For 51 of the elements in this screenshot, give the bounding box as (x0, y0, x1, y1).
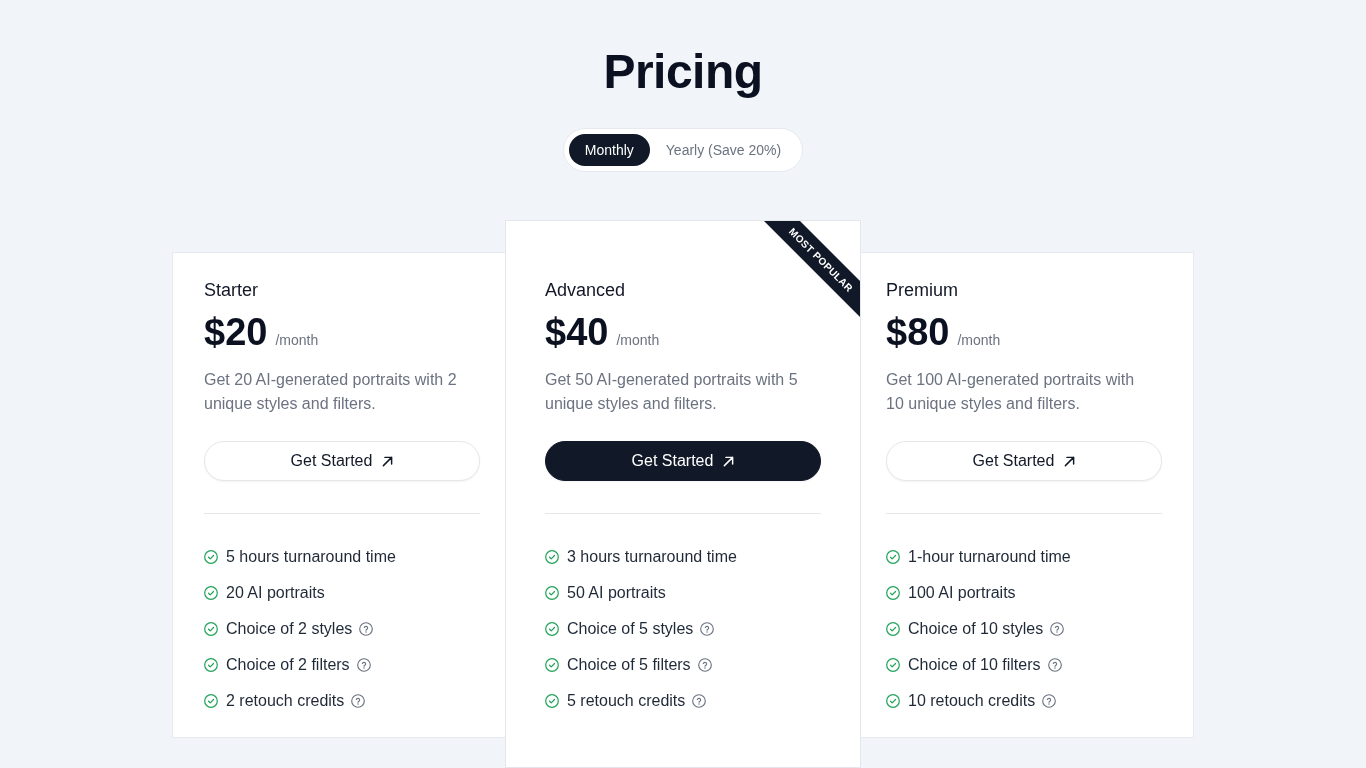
plan-price: $20 (204, 310, 268, 354)
feature-text: Choice of 5 styles (567, 620, 694, 638)
check-circle-icon (886, 622, 900, 636)
get-started-button[interactable]: Get Started (886, 441, 1162, 481)
get-started-button[interactable]: Get Started (545, 441, 821, 481)
check-circle-icon (886, 658, 900, 672)
check-circle-icon (545, 694, 559, 708)
check-circle-icon (545, 622, 559, 636)
check-circle-icon (204, 586, 218, 600)
feature-text: Choice of 10 styles (908, 620, 1044, 638)
plan-price: $80 (886, 310, 950, 354)
price-period: /month (957, 332, 1001, 348)
billing-tab[interactable]: Monthly (568, 134, 650, 166)
price-period: /month (275, 332, 319, 348)
feature-text: Choice of 10 filters (908, 656, 1041, 674)
feature-text: 50 AI portraits (567, 584, 666, 602)
arrow-up-right-icon (1064, 455, 1076, 467)
check-circle-icon (545, 586, 559, 600)
check-circle-icon (204, 658, 218, 672)
plan-name: Advanced (545, 279, 627, 302)
check-circle-icon (204, 550, 218, 564)
feature-text: Choice of 2 filters (226, 656, 350, 674)
feature-text: Choice of 2 styles (226, 620, 353, 638)
feature-text: 10 retouch credits (908, 692, 1036, 710)
check-circle-icon (545, 658, 559, 672)
check-circle-icon (204, 622, 218, 636)
arrow-up-right-icon (723, 455, 735, 467)
feature-text: Choice of 5 filters (567, 656, 691, 674)
page-title: Pricing (603, 44, 763, 100)
feature-text: 3 hours turnaround time (567, 548, 737, 566)
price-period: /month (616, 332, 660, 348)
get-started-button[interactable]: Get Started (204, 441, 480, 481)
plan-name: Starter (204, 279, 260, 302)
plan-description: Get 20 AI-generated portraits with 2 unique styles and filters. (204, 370, 458, 414)
feature-text: 2 retouch credits (226, 692, 345, 710)
feature-text: 5 retouch credits (567, 692, 686, 710)
check-circle-icon (886, 550, 900, 564)
plan-name: Premium (886, 279, 959, 302)
billing-tab[interactable]: Yearly (Save 20%) (649, 134, 798, 166)
feature-text: 20 AI portraits (226, 584, 325, 602)
arrow-up-right-icon (382, 455, 394, 467)
feature-text: 100 AI portraits (908, 584, 1016, 602)
check-circle-icon (204, 694, 218, 708)
plan-description: Get 50 AI-generated portraits with 5 unique styles and filters. (545, 370, 799, 414)
plan-price: $40 (545, 310, 609, 354)
check-circle-icon (545, 550, 559, 564)
feature-text: 5 hours turnaround time (226, 548, 396, 566)
check-circle-icon (886, 586, 900, 600)
check-circle-icon (886, 694, 900, 708)
feature-text: 1-hour turnaround time (908, 548, 1071, 566)
plan-description: Get 100 AI-generated portraits with 10 unique styles and filters. (886, 370, 1136, 414)
